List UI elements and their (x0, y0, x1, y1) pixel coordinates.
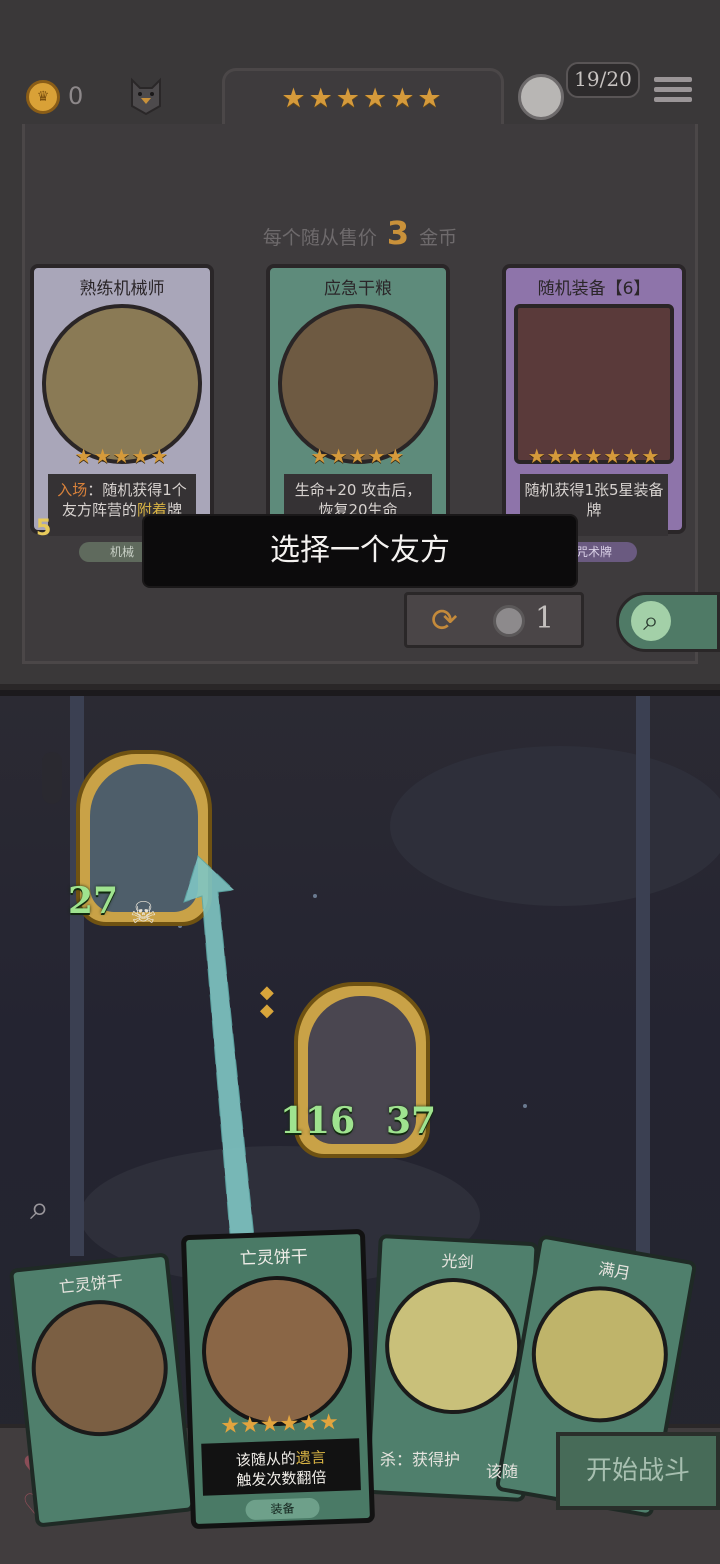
card-title: 熟练机械师 (79, 279, 165, 299)
card-title: 随机装备【6】 (537, 279, 651, 299)
card-stars: ★★★★★ (74, 444, 170, 468)
refresh-button[interactable]: ⟳ 1 (404, 592, 584, 648)
refresh-cost: 1 (535, 601, 555, 636)
pet-icon[interactable] (128, 76, 164, 116)
hand-card-selected[interactable]: 亡灵饼干 ★★★★★★ 该随从的遗言 触发次数翻倍 装备 (180, 1228, 376, 1530)
card-art (521, 1275, 679, 1434)
sell-price-note: 每个随从售价 3 金币 (0, 214, 720, 252)
minion-tier-marker (42, 752, 62, 804)
start-battle-button[interactable]: 开始战斗 (556, 1432, 720, 1510)
coin-icon (493, 605, 525, 637)
card-cost: 5 (36, 516, 52, 541)
card-tag: 装备 (245, 1497, 320, 1521)
card-title: 亡灵饼干 (58, 1271, 124, 1297)
shop-search-button[interactable]: ⌕ (616, 592, 720, 652)
card-stars: ★★★★★ (310, 444, 406, 468)
zoom-icon[interactable]: ⌕ (30, 1188, 74, 1240)
shop-card-random-equipment[interactable]: 随机装备【6】 ★★★★★★★ 随机获得1张5星装备牌 咒术牌 (502, 264, 686, 562)
player-avatar[interactable] (518, 74, 564, 120)
target-arrow (183, 855, 257, 1259)
card-desc: 杀：获得护 (380, 1450, 461, 1469)
card-art (199, 1273, 355, 1429)
minion-attack: 27 (68, 880, 119, 922)
skull-icon: ☠ (130, 896, 157, 931)
card-art (278, 304, 438, 464)
hand-card-1[interactable]: 亡灵饼干 (8, 1252, 196, 1528)
menu-icon[interactable] (654, 72, 692, 108)
gold-coin-icon: ♛ (26, 80, 60, 114)
card-art (42, 304, 202, 464)
card-stars: ★★★★★★ (220, 1409, 340, 1440)
player-health: 19/20 (566, 62, 640, 98)
card-desc: 该随从的遗言 触发次数翻倍 (201, 1438, 361, 1496)
pillar-left (70, 696, 84, 1256)
tier-stars: ★★★★★★ (281, 83, 445, 114)
shop-card-mechanic[interactable]: 熟练机械师 ★★★★★ 入场：随机获得1个友方阵营的附着牌 机械 (30, 264, 214, 562)
card-title: 亡灵饼干 (239, 1246, 309, 1270)
card-stars: ★★★★★★★ (527, 444, 661, 468)
card-desc: 该随 (486, 1462, 519, 1481)
minion-health: 37 (386, 1100, 437, 1142)
card-art (24, 1293, 175, 1443)
sell-price: 3 (386, 214, 410, 252)
sell-suffix: 金币 (419, 227, 458, 249)
select-friendly-toast: 选择一个友方 (144, 516, 576, 586)
shop-card-rations[interactable]: 应急干粮 ★★★★★ 生命+20 攻击后，恢复20生命 (266, 264, 450, 536)
card-title: 光剑 (441, 1251, 475, 1272)
sell-prefix: 每个随从售价 (262, 227, 377, 249)
minion-attack: 116 (280, 1100, 356, 1142)
card-art (514, 304, 674, 464)
card-title: 应急干粮 (324, 279, 392, 299)
refresh-icon: ⟳ (431, 601, 458, 639)
pillar-right (636, 696, 650, 1256)
magnifier-icon: ⌕ (631, 601, 671, 641)
card-art (381, 1274, 525, 1418)
gold-count: 0 (68, 82, 84, 110)
